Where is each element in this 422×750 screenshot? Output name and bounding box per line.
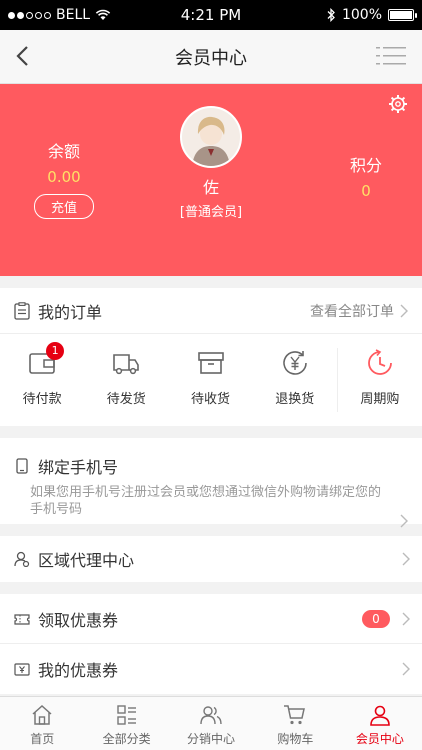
order-pending-shipment[interactable]: 待发货 — [84, 334, 168, 426]
tab-label: 首页 — [30, 732, 55, 746]
box-icon — [197, 352, 224, 374]
bind-phone-title: 绑定手机号 — [38, 458, 119, 477]
chevron-right-icon — [400, 304, 408, 317]
orders-header: 我的订单 查看全部订单 — [0, 288, 422, 334]
balance-label: 余额 — [47, 142, 80, 161]
user-icon — [370, 705, 390, 726]
bind-phone-section[interactable]: 绑定手机号 如果您用手机号注册过会员或您想通过微信外购物请绑定您的手机号码 — [0, 438, 422, 528]
order-subscription[interactable]: 周期购 — [338, 334, 422, 426]
agent-icon — [14, 551, 30, 567]
tab-label: 全部分类 — [102, 732, 151, 746]
truck-icon — [113, 354, 140, 375]
pending-payment-badge: 1 — [46, 342, 65, 360]
tab-distribution[interactable]: 分销中心 — [169, 697, 253, 750]
tab-label: 会员中心 — [355, 732, 404, 746]
coupon-icon — [14, 613, 30, 625]
chevron-right-icon — [402, 552, 410, 566]
order-item-label: 待发货 — [106, 392, 146, 407]
member-header: 余额 0.00 充值 佐 [普通会员] 积分 0 — [0, 84, 422, 276]
page-title: 会员中心 — [175, 47, 247, 69]
tab-cart[interactable]: 购物车 — [253, 697, 337, 750]
points-block: 积分 0 — [342, 152, 390, 200]
carrier-label: BELL — [56, 7, 91, 23]
my-coupons-row[interactable]: 我的优惠券 — [0, 644, 422, 694]
cycle-clock-icon — [368, 349, 392, 375]
orders-section: 我的订单 查看全部订单 1 待付款 待发货 待收货 退换货 周期购 — [0, 288, 422, 426]
users-icon — [200, 706, 222, 725]
back-icon[interactable] — [10, 42, 38, 70]
order-list-icon — [14, 301, 30, 320]
agent-center-row[interactable]: 区域代理中心 — [0, 536, 422, 582]
my-coupons-title: 我的优惠券 — [38, 661, 119, 680]
order-pending-receipt[interactable]: 待收货 — [168, 334, 252, 426]
chevron-right-icon — [402, 662, 410, 676]
order-returns[interactable]: 退换货 — [253, 334, 337, 426]
tab-label: 分销中心 — [187, 732, 236, 746]
home-icon — [32, 704, 52, 725]
bluetooth-icon — [327, 8, 335, 22]
points-label: 积分 — [349, 156, 382, 175]
tab-categories[interactable]: 全部分类 — [84, 697, 168, 750]
chevron-right-icon — [400, 514, 408, 528]
tab-bar: 首页 全部分类 分销中心 购物车 会员中心 — [0, 696, 422, 750]
order-item-label: 周期购 — [360, 392, 400, 407]
member-center-screen: BELL 4:21 PM 100% 会员中心 余额 0.00 充值 佐 [普通会… — [0, 0, 422, 750]
coupons-section: 领取优惠券 0 我的优惠券 — [0, 594, 422, 694]
battery-icon — [388, 9, 417, 21]
avatar-image — [182, 108, 240, 166]
nav-bar: 会员中心 — [0, 30, 422, 84]
order-pending-payment[interactable]: 1 待付款 — [0, 334, 84, 426]
view-all-orders-link[interactable]: 查看全部订单 — [310, 301, 408, 321]
phone-icon — [16, 458, 28, 474]
orders-title: 我的订单 — [38, 302, 103, 322]
points-value: 0 — [361, 182, 371, 200]
view-all-orders-label: 查看全部订单 — [310, 303, 394, 320]
signal-icon — [8, 11, 51, 19]
coupon-count-badge: 0 — [362, 609, 390, 628]
coupon-yuan-icon — [14, 663, 30, 676]
wifi-icon — [95, 9, 111, 20]
tab-label: 购物车 — [277, 732, 314, 746]
gear-icon[interactable] — [388, 94, 408, 114]
order-status-row: 1 待付款 待发货 待收货 退换货 周期购 — [0, 334, 422, 426]
order-item-label: 退换货 — [275, 392, 315, 407]
get-coupons-row[interactable]: 领取优惠券 0 — [0, 594, 422, 644]
tab-home[interactable]: 首页 — [0, 697, 84, 750]
refund-yuan-icon — [282, 351, 307, 375]
order-item-label: 待付款 — [22, 392, 62, 407]
tab-member-center[interactable]: 会员中心 — [338, 697, 422, 750]
battery-percent: 100% — [341, 7, 382, 23]
avatar[interactable] — [180, 106, 242, 168]
order-item-label: 待收货 — [191, 392, 231, 407]
cart-icon — [284, 705, 306, 725]
category-icon — [116, 705, 136, 725]
get-coupons-title: 领取优惠券 — [38, 610, 119, 630]
member-level: [普通会员] — [179, 205, 243, 220]
bind-phone-description: 如果您用手机号注册过会员或您想通过微信外购物请绑定您的手机号码 — [30, 485, 382, 517]
chevron-right-icon — [402, 612, 410, 625]
status-bar: BELL 4:21 PM 100% — [0, 0, 422, 30]
agent-center-title: 区域代理中心 — [38, 551, 135, 570]
menu-icon[interactable] — [376, 46, 406, 66]
